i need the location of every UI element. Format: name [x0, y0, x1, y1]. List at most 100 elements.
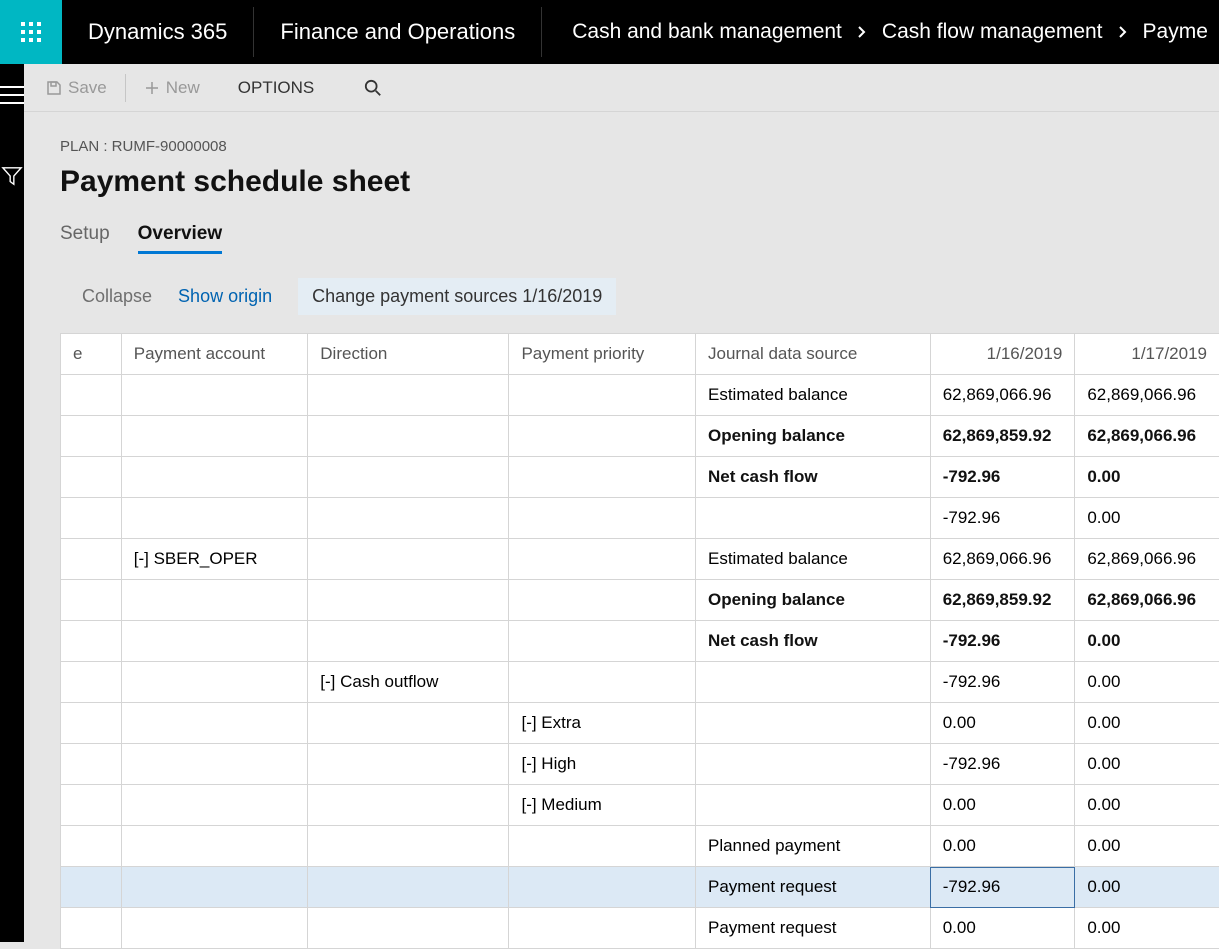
cell[interactable] — [61, 744, 122, 785]
cell[interactable] — [509, 826, 696, 867]
cell[interactable] — [61, 867, 122, 908]
cell[interactable] — [509, 375, 696, 416]
cell[interactable]: 0.00 — [930, 826, 1075, 867]
cell[interactable]: 0.00 — [1075, 826, 1219, 867]
tab-setup[interactable]: Setup — [60, 223, 110, 254]
cell[interactable] — [61, 416, 122, 457]
cell[interactable] — [308, 703, 509, 744]
cell[interactable] — [695, 662, 930, 703]
cell[interactable]: -792.96 — [930, 498, 1075, 539]
cell[interactable] — [121, 457, 308, 498]
col-header-type[interactable]: e — [61, 334, 122, 375]
cell[interactable]: [-] Extra — [509, 703, 696, 744]
table-row[interactable]: Opening balance62,869,859.9262,869,066.9… — [61, 580, 1219, 621]
save-button[interactable]: Save — [38, 64, 115, 111]
cell[interactable]: -792.96 — [930, 744, 1075, 785]
brand-label[interactable]: Dynamics 365 — [62, 7, 254, 57]
table-row[interactable]: [-] Cash outflow-792.960.00 — [61, 662, 1219, 703]
cell[interactable] — [509, 867, 696, 908]
change-sources-button[interactable]: Change payment sources 1/16/2019 — [298, 278, 616, 315]
table-row[interactable]: [-] High -792.960.00 — [61, 744, 1219, 785]
cell[interactable] — [61, 580, 122, 621]
cell[interactable] — [121, 375, 308, 416]
cell[interactable]: Payment request — [695, 908, 930, 949]
cell[interactable]: 0.00 — [1075, 498, 1219, 539]
cell[interactable]: -792.96 — [930, 621, 1075, 662]
cell[interactable] — [308, 457, 509, 498]
cell[interactable]: -792.96 — [930, 662, 1075, 703]
cell[interactable] — [61, 498, 122, 539]
new-button[interactable]: New — [136, 64, 208, 111]
cell[interactable] — [308, 826, 509, 867]
table-row[interactable]: [-] Medium0.000.00 — [61, 785, 1219, 826]
cell[interactable]: 0.00 — [1075, 867, 1219, 908]
cell[interactable] — [121, 867, 308, 908]
cell[interactable]: Opening balance — [695, 580, 930, 621]
cell[interactable] — [121, 621, 308, 662]
cell[interactable]: 62,869,066.96 — [930, 375, 1075, 416]
show-origin-button[interactable]: Show origin — [178, 286, 272, 307]
cell[interactable] — [695, 785, 930, 826]
cell[interactable]: -792.96 — [930, 867, 1075, 908]
table-row[interactable]: [-] SBER_OPEREstimated balance62,869,066… — [61, 539, 1219, 580]
cell[interactable]: 62,869,066.96 — [1075, 416, 1219, 457]
cell[interactable] — [509, 498, 696, 539]
table-row[interactable]: Payment request0.000.00 — [61, 908, 1219, 949]
cell[interactable]: 0.00 — [1075, 744, 1219, 785]
cell[interactable] — [308, 498, 509, 539]
cell[interactable] — [61, 539, 122, 580]
table-row[interactable]: -792.960.00 — [61, 498, 1219, 539]
breadcrumb-item[interactable]: Payme — [1143, 20, 1208, 44]
cell[interactable] — [308, 867, 509, 908]
table-row[interactable]: Payment request-792.960.00 — [61, 867, 1219, 908]
cell[interactable]: 0.00 — [930, 703, 1075, 744]
table-row[interactable]: Planned payment0.000.00 — [61, 826, 1219, 867]
col-header-direction[interactable]: Direction — [308, 334, 509, 375]
cell[interactable] — [121, 662, 308, 703]
cell[interactable]: Opening balance — [695, 416, 930, 457]
cell[interactable] — [121, 908, 308, 949]
breadcrumb-item[interactable]: Cash and bank management — [572, 20, 842, 44]
cell[interactable] — [121, 703, 308, 744]
cell[interactable] — [308, 908, 509, 949]
cell[interactable]: 0.00 — [1075, 621, 1219, 662]
cell[interactable] — [509, 662, 696, 703]
cell[interactable] — [509, 908, 696, 949]
cell[interactable] — [121, 580, 308, 621]
cell[interactable]: 62,869,859.92 — [930, 580, 1075, 621]
cell[interactable] — [509, 539, 696, 580]
cell[interactable] — [61, 908, 122, 949]
col-header-source[interactable]: Journal data source — [695, 334, 930, 375]
col-header-date1[interactable]: 1/16/2019 — [930, 334, 1075, 375]
cell[interactable]: [-] High — [509, 744, 696, 785]
cell[interactable]: Payment request — [695, 867, 930, 908]
cell[interactable] — [509, 416, 696, 457]
cell[interactable] — [61, 457, 122, 498]
cell[interactable] — [695, 498, 930, 539]
payment-grid[interactable]: e Payment account Direction Payment prio… — [60, 333, 1219, 949]
cell[interactable]: 0.00 — [1075, 908, 1219, 949]
cell[interactable]: -792.96 — [930, 457, 1075, 498]
col-header-priority[interactable]: Payment priority — [509, 334, 696, 375]
cell[interactable] — [695, 703, 930, 744]
cell[interactable] — [61, 621, 122, 662]
cell[interactable]: 0.00 — [1075, 785, 1219, 826]
cell[interactable]: Net cash flow — [695, 457, 930, 498]
cell[interactable] — [308, 416, 509, 457]
cell[interactable] — [61, 375, 122, 416]
cell[interactable] — [308, 375, 509, 416]
cell[interactable]: [-] SBER_OPER — [121, 539, 308, 580]
cell[interactable] — [121, 826, 308, 867]
tab-overview[interactable]: Overview — [138, 223, 223, 254]
table-row[interactable]: Net cash flow-792.960.00 — [61, 457, 1219, 498]
col-header-date2[interactable]: 1/17/2019 — [1075, 334, 1219, 375]
cell[interactable] — [308, 785, 509, 826]
cell[interactable] — [121, 785, 308, 826]
cell[interactable] — [308, 744, 509, 785]
table-row[interactable]: [-] Extra0.000.00 — [61, 703, 1219, 744]
cell[interactable]: 0.00 — [1075, 457, 1219, 498]
cell[interactable]: 62,869,066.96 — [1075, 539, 1219, 580]
cell[interactable]: 0.00 — [930, 908, 1075, 949]
cell[interactable] — [61, 785, 122, 826]
table-row[interactable]: Opening balance62,869,859.9262,869,066.9… — [61, 416, 1219, 457]
